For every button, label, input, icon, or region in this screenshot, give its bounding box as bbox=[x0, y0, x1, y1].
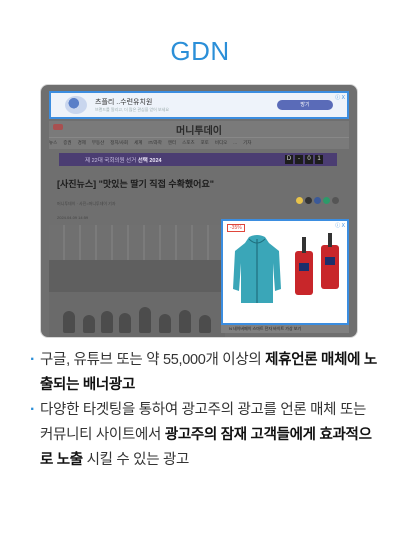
nav-item[interactable]: IT/과학 bbox=[148, 140, 162, 146]
jacket-image-icon bbox=[233, 235, 281, 303]
nav-item[interactable]: 세계 bbox=[134, 140, 142, 146]
election-banner[interactable]: 제 22대 국회의원 선거 선택 2024 D - 0 1 bbox=[59, 153, 337, 166]
child-figure bbox=[63, 311, 75, 333]
share-icon[interactable] bbox=[314, 197, 321, 204]
product-display-ad[interactable]: -35% ⓘ X bbox=[221, 219, 349, 325]
nav-item[interactable]: 경제 bbox=[78, 140, 86, 146]
nav-item[interactable]: ... bbox=[233, 140, 237, 145]
share-icon[interactable] bbox=[305, 197, 312, 204]
dday-char: 0 bbox=[305, 155, 313, 164]
advertiser-logo-icon bbox=[65, 96, 87, 114]
election-highlight: 선택 2024 bbox=[137, 157, 162, 164]
share-icons bbox=[296, 197, 339, 204]
child-figure bbox=[101, 311, 113, 333]
feature-bullet: 구글, 유튜브 또는 약 55,000개 이상의 제휴언론 매체에 노출되는 배… bbox=[30, 347, 380, 398]
bullet-text: 구글, 유튜브 또는 약 55,000개 이상의 bbox=[40, 352, 266, 368]
election-text: 제 22대 국회의원 선거 bbox=[85, 157, 137, 164]
greenhouse-roof bbox=[49, 225, 225, 260]
nav-item[interactable]: 비디오 bbox=[215, 140, 227, 146]
share-icon[interactable] bbox=[296, 197, 303, 204]
ad-cta-button[interactable]: 방기 bbox=[277, 100, 333, 110]
dday-counter: D - 0 1 bbox=[285, 155, 323, 164]
site-logo[interactable]: 머니투데이 bbox=[49, 122, 349, 137]
ad-close-icon[interactable]: ⓘ X bbox=[335, 222, 345, 229]
nav-item[interactable]: 엔터 bbox=[168, 140, 176, 146]
child-figure bbox=[83, 315, 95, 333]
share-icon[interactable] bbox=[323, 197, 330, 204]
feature-list: 구글, 유튜브 또는 약 55,000개 이상의 제휴언론 매체에 노출되는 배… bbox=[30, 347, 380, 473]
nav-item[interactable]: 부동산 bbox=[92, 140, 104, 146]
share-icon[interactable] bbox=[332, 197, 339, 204]
ad-subtext: 브랜드를 알리고, 더 많은 관심을 얻어 보세요 bbox=[95, 107, 170, 112]
child-figure bbox=[159, 314, 171, 333]
nav-item[interactable]: 정치/사회 bbox=[110, 140, 128, 146]
nav-item[interactable]: 증권 bbox=[63, 140, 71, 146]
nav-item[interactable]: 스포츠 bbox=[182, 140, 194, 146]
product-ad-footer[interactable]: N 네이버페이 스마트 전자 바이트 가상 보기 bbox=[221, 325, 349, 333]
article-byline: 머니투데이 · 사진=머니투데이 기자 bbox=[57, 201, 116, 206]
dday-char: D bbox=[285, 155, 293, 164]
nav-item[interactable]: 포토 bbox=[201, 140, 209, 146]
article-date: 2024.04.09 14:59 bbox=[57, 215, 89, 220]
child-figure bbox=[119, 313, 131, 333]
child-figure bbox=[139, 307, 151, 333]
nav-item[interactable]: 기자 bbox=[243, 140, 251, 146]
wireless-mic-image-icon bbox=[295, 233, 339, 295]
feature-bullet: 다양한 타겟팅을 통하여 광고주의 광고를 언론 매체 또는 커뮤니티 사이트에… bbox=[30, 397, 380, 473]
sale-badge: -35% bbox=[227, 224, 245, 232]
bullet-text: 시킬 수 있는 광고 bbox=[82, 452, 190, 468]
ad-advertiser-name: 츠플리 ..수련유치원 bbox=[95, 99, 153, 106]
dday-char: 1 bbox=[315, 155, 323, 164]
article-headline[interactable]: [사진뉴스] "맛있는 딸기 직접 수확했어요" bbox=[57, 177, 214, 190]
child-figure bbox=[179, 310, 191, 333]
gdn-example-screenshot: 츠플리 ..수련유치원 브랜드를 알리고, 더 많은 관심을 얻어 보세요 방기… bbox=[40, 84, 358, 338]
ad-close-icon[interactable]: ⓘ X bbox=[335, 94, 345, 101]
nav-item[interactable]: 뉴스 bbox=[49, 140, 57, 146]
top-banner-ad[interactable]: 츠플리 ..수련유치원 브랜드를 알리고, 더 많은 관심을 얻어 보세요 방기… bbox=[49, 91, 349, 119]
article-photo bbox=[49, 225, 225, 337]
dday-char: - bbox=[295, 155, 303, 164]
site-nav: 뉴스 증권 경제 부동산 정치/사회 세계 IT/과학 엔터 스포츠 포토 비디오... 기자 bbox=[49, 137, 349, 147]
child-figure bbox=[199, 315, 211, 333]
page-title: GDN bbox=[170, 36, 230, 66]
